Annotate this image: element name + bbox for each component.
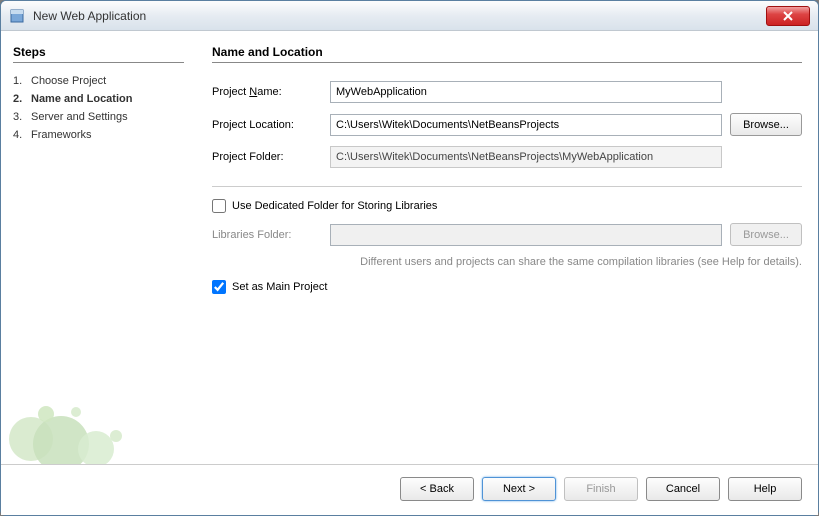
decorative-bubbles — [1, 344, 196, 464]
project-location-label: Project Location: — [212, 119, 330, 131]
project-name-label: Project Name: — [212, 86, 330, 98]
back-button[interactable]: < Back — [400, 477, 474, 501]
app-icon — [9, 8, 25, 24]
steps-list: 1.Choose Project 2.Name and Location 3.S… — [13, 75, 184, 141]
set-main-checkbox[interactable] — [212, 280, 226, 294]
step-item: 4.Frameworks — [13, 129, 184, 141]
libraries-hint: Different users and projects can share t… — [212, 256, 802, 268]
project-folder-label: Project Folder: — [212, 151, 330, 163]
cancel-button[interactable]: Cancel — [646, 477, 720, 501]
project-name-input[interactable] — [330, 81, 722, 103]
project-folder-row: Project Folder: — [212, 146, 802, 168]
browse-libraries-button: Browse... — [730, 223, 802, 246]
browse-location-button[interactable]: Browse... — [730, 113, 802, 136]
close-button[interactable] — [766, 6, 810, 26]
finish-button: Finish — [564, 477, 638, 501]
dedicated-folder-row: Use Dedicated Folder for Storing Librari… — [212, 199, 802, 213]
libraries-folder-row: Libraries Folder: Browse... — [212, 223, 802, 246]
wizard-body: Steps 1.Choose Project 2.Name and Locati… — [1, 31, 818, 464]
project-name-row: Project Name: — [212, 81, 802, 103]
set-main-row: Set as Main Project — [212, 280, 802, 294]
libraries-folder-label: Libraries Folder: — [212, 229, 330, 241]
step-item: 1.Choose Project — [13, 75, 184, 87]
window-title: New Web Application — [33, 9, 766, 23]
project-folder-input — [330, 146, 722, 168]
step-item: 3.Server and Settings — [13, 111, 184, 123]
steps-sidebar: Steps 1.Choose Project 2.Name and Locati… — [1, 31, 196, 464]
dedicated-folder-checkbox[interactable] — [212, 199, 226, 213]
titlebar: New Web Application — [1, 1, 818, 31]
set-main-label: Set as Main Project — [232, 281, 327, 293]
main-heading: Name and Location — [212, 45, 802, 63]
wizard-window: New Web Application Steps 1.Choose Proje… — [0, 0, 819, 516]
dedicated-folder-label: Use Dedicated Folder for Storing Librari… — [232, 200, 437, 212]
project-location-input[interactable] — [330, 114, 722, 136]
steps-heading: Steps — [13, 45, 184, 63]
step-item: 2.Name and Location — [13, 93, 184, 105]
close-icon — [783, 11, 793, 21]
libraries-folder-input — [330, 224, 722, 246]
project-location-row: Project Location: Browse... — [212, 113, 802, 136]
separator — [212, 186, 802, 187]
help-button[interactable]: Help — [728, 477, 802, 501]
main-panel: Name and Location Project Name: Project … — [196, 31, 818, 464]
next-button[interactable]: Next > — [482, 477, 556, 501]
button-bar: < Back Next > Finish Cancel Help — [1, 464, 818, 515]
